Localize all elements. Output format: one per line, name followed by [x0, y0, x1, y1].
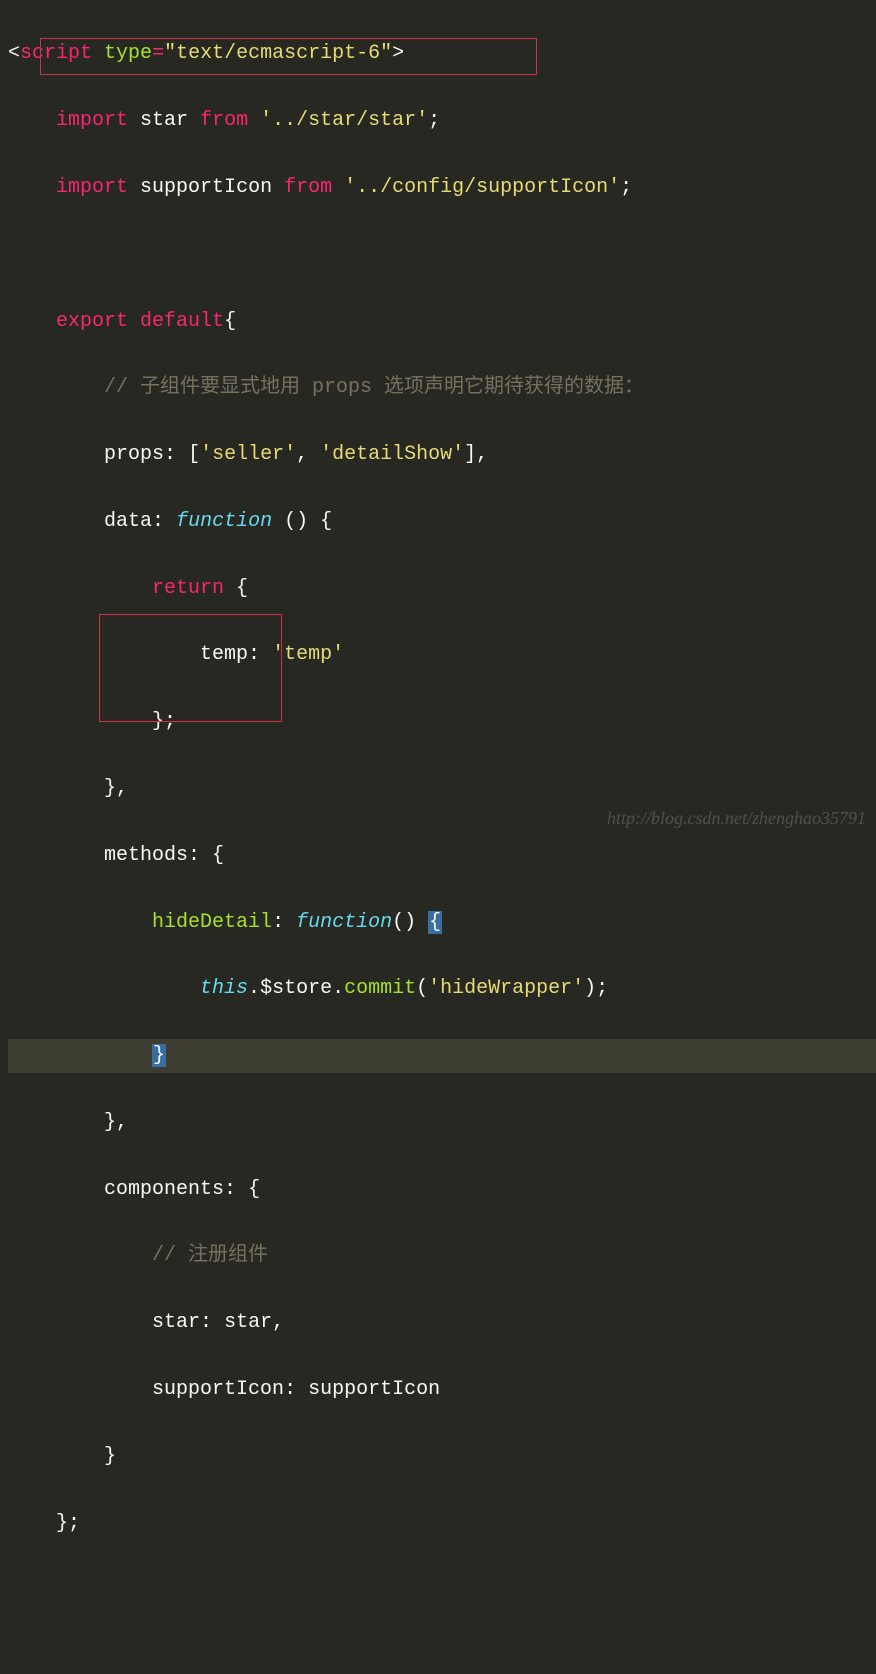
code-line: } — [8, 1440, 876, 1473]
watermark-text: http://blog.csdn.net/zhenghao35791 — [607, 803, 866, 833]
code-line: import star from '../star/star'; — [8, 104, 876, 137]
bracket-match-open: { — [428, 911, 442, 934]
bracket-match-close: } — [152, 1044, 166, 1067]
code-line: props: ['seller', 'detailShow'], — [8, 438, 876, 471]
code-line-active: } — [8, 1039, 876, 1072]
code-line: }, — [8, 1106, 876, 1139]
code-line — [8, 238, 876, 271]
code-line: this.$store.commit('hideWrapper'); — [8, 972, 876, 1005]
code-line: star: star, — [8, 1306, 876, 1339]
code-line: data: function () { — [8, 505, 876, 538]
code-line: }, — [8, 772, 876, 805]
code-line: // 注册组件 — [8, 1239, 876, 1272]
code-line: return { — [8, 572, 876, 605]
code-line: <script type="text/ecmascript-6"> — [8, 37, 876, 70]
code-line: import supportIcon from '../config/suppo… — [8, 171, 876, 204]
code-line: components: { — [8, 1173, 876, 1206]
code-line: hideDetail: function() { — [8, 906, 876, 939]
code-line: // 子组件要显式地用 props 选项声明它期待获得的数据： — [8, 371, 876, 404]
code-editor[interactable]: <script type="text/ecmascript-6"> import… — [0, 0, 876, 1674]
code-line: supportIcon: supportIcon — [8, 1373, 876, 1406]
code-line: export default{ — [8, 305, 876, 338]
code-line: }; — [8, 1507, 876, 1540]
code-line: temp: 'temp' — [8, 638, 876, 671]
code-line: }; — [8, 705, 876, 738]
code-line: methods: { — [8, 839, 876, 872]
